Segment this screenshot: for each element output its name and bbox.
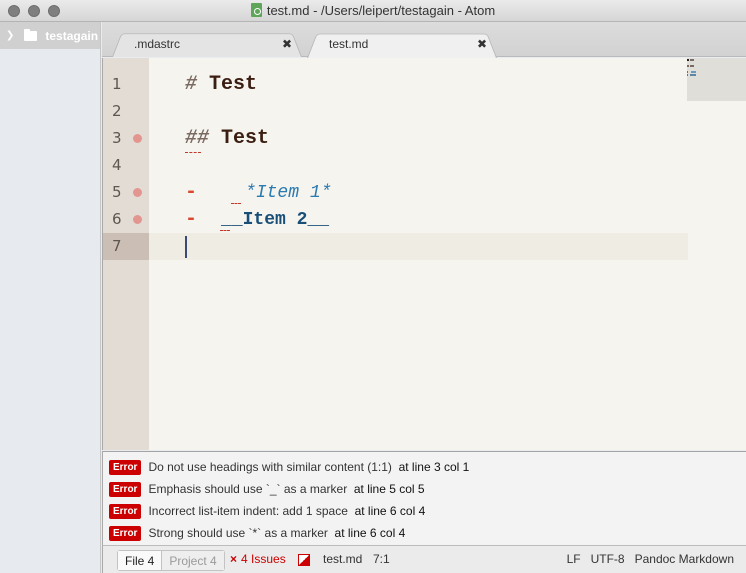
line-number: 7 (103, 233, 149, 260)
window-title: test.md - /Users/leipert/testagain - Ato… (0, 3, 746, 18)
line-number: 2 (112, 102, 122, 120)
error-badge: Error (109, 459, 142, 475)
linter-scope-toggle: File 4 Project 4 (117, 550, 225, 571)
issue-location-link[interactable]: at line 6 col 4 (355, 504, 426, 518)
markdown-file-icon (250, 3, 262, 17)
chevron-right-icon[interactable]: ❯ (6, 30, 14, 41)
strong-text: __Item 2__ (221, 210, 330, 230)
issue-message: Incorrect list-item indent: add 1 space (148, 504, 348, 518)
lint-underline (231, 203, 241, 204)
editor-line-current[interactable]: 7 (103, 233, 688, 260)
heading-text: Test (209, 127, 270, 150)
lint-error-marker[interactable] (133, 188, 142, 197)
linter-issue[interactable]: Error Incorrect list-item indent: add 1 … (109, 502, 425, 520)
linter-issue[interactable]: Error Strong should use `*` as a marker … (109, 524, 405, 542)
linter-issue[interactable]: Error Do not use headings with similar c… (109, 458, 469, 476)
error-x-icon: × (230, 552, 238, 566)
folder-icon (24, 28, 38, 41)
heading-marker: ## (185, 127, 210, 150)
issue-location-link[interactable]: at line 6 col 4 (335, 526, 406, 540)
editor-line[interactable]: 3 ## Test (103, 125, 688, 153)
error-badge: Error (109, 525, 142, 541)
editor-line[interactable]: 1 # Test (103, 71, 688, 98)
tab-label: .mdastrc (134, 36, 181, 51)
line-number: 3 (112, 129, 122, 147)
linter-issue[interactable]: Error Emphasis should use `_` as a marke… (109, 480, 425, 498)
title-bar: test.md - /Users/leipert/testagain - Ato… (0, 0, 746, 22)
line-number: 1 (112, 75, 122, 93)
cursor-position[interactable]: 7:1 (373, 552, 390, 566)
close-tab-icon[interactable]: ✖ (477, 37, 487, 51)
heading-marker: # (185, 73, 198, 96)
minimap[interactable] (687, 58, 746, 101)
editor-line[interactable]: 4 (103, 152, 688, 179)
status-bar: File 4 Project 4 × 4 Issues test.md 7:1 L… (102, 545, 746, 573)
lint-error-marker[interactable] (133, 134, 142, 143)
line-number: 5 (112, 183, 122, 201)
error-badge: Error (109, 503, 142, 519)
emphasis-text: *Item 1* (245, 183, 332, 203)
tab-test-md[interactable]: test.md ✖ (307, 30, 497, 58)
folder-label: testagain (45, 28, 99, 43)
error-badge: Error (109, 481, 142, 497)
tree-root-folder[interactable]: ❯ testagain (0, 22, 100, 49)
encoding-selector[interactable]: UTF-8 (591, 552, 625, 566)
tab-mdastrc[interactable]: .mdastrc ✖ (112, 30, 302, 57)
status-filename[interactable]: test.md (323, 552, 362, 566)
lint-underline (220, 230, 230, 231)
line-number: 6 (112, 210, 122, 228)
issue-message: Do not use headings with similar content… (148, 460, 392, 474)
issue-location-link[interactable]: at line 5 col 5 (354, 482, 425, 496)
line-ending-selector[interactable]: LF (567, 552, 581, 566)
tree-view: ❯ testagain (0, 22, 101, 573)
linter-panel: Error Do not use headings with similar c… (102, 451, 746, 545)
editor-line[interactable]: 6 - __Item 2__ (103, 206, 688, 233)
editor-line[interactable]: 2 (103, 98, 688, 125)
issues-count[interactable]: × 4 Issues (230, 552, 286, 566)
tab-bar: .mdastrc ✖ test.md ✖ (102, 22, 746, 58)
text-editor[interactable]: 1 # Test 2 3 ## Test 4 5 - *Item 1* 6 - … (102, 58, 746, 450)
project-scope-button[interactable]: Project 4 (162, 551, 224, 570)
list-marker: - (185, 208, 198, 231)
text-cursor (185, 236, 187, 258)
linter-status-icon[interactable] (298, 554, 310, 566)
editor-line[interactable]: 5 - *Item 1* (103, 179, 688, 206)
lint-error-marker[interactable] (133, 215, 142, 224)
heading-text: Test (197, 73, 258, 96)
file-scope-button[interactable]: File 4 (118, 551, 163, 570)
line-number: 4 (112, 156, 122, 174)
issue-message: Emphasis should use `_` as a marker (148, 482, 348, 496)
list-marker: - (185, 181, 198, 204)
issue-message: Strong should use `*` as a marker (148, 526, 328, 540)
grammar-selector[interactable]: Pandoc Markdown (635, 552, 734, 566)
tab-label: test.md (329, 37, 369, 51)
close-tab-icon[interactable]: ✖ (282, 37, 292, 51)
issue-location-link[interactable]: at line 3 col 1 (399, 460, 470, 474)
